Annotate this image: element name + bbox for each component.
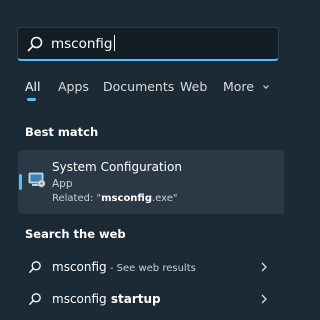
- web-result-row[interactable]: msconfig - See web results: [18, 252, 284, 282]
- web-result-row[interactable]: msconfig startup: [18, 284, 284, 314]
- app-name: System Configuration: [52, 160, 182, 174]
- chevron-down-icon: [263, 85, 269, 90]
- tab-documents[interactable]: Documents: [103, 78, 174, 96]
- search-query: msconfig: [51, 35, 115, 52]
- app-related: Related: "msconfig.exe": [52, 193, 178, 204]
- text-caret: [113, 35, 115, 51]
- selection-indicator: [19, 174, 22, 190]
- chevron-right-icon[interactable]: [260, 294, 268, 304]
- best-match-heading: Best match: [25, 125, 99, 139]
- search-the-web-heading: Search the web: [25, 227, 126, 241]
- tab-more-label: More: [223, 79, 254, 94]
- search-icon: [29, 261, 41, 273]
- system-configuration-icon: [28, 172, 46, 188]
- filter-tabs: All Apps Documents Web More: [0, 78, 284, 104]
- web-result-text: msconfig - See web results: [52, 260, 196, 274]
- best-match-result[interactable]: System Configuration App Related: "mscon…: [18, 150, 284, 214]
- tab-more[interactable]: More: [223, 78, 269, 96]
- tab-web[interactable]: Web: [180, 78, 207, 96]
- tab-all[interactable]: All: [25, 78, 41, 96]
- chevron-right-icon[interactable]: [260, 262, 268, 272]
- web-result-text: msconfig startup: [52, 292, 161, 306]
- active-tab-indicator: [27, 98, 36, 101]
- search-icon: [27, 36, 43, 52]
- tab-apps[interactable]: Apps: [58, 78, 89, 96]
- search-input[interactable]: msconfig: [17, 27, 279, 61]
- app-type: App: [52, 178, 73, 190]
- search-icon: [29, 293, 41, 305]
